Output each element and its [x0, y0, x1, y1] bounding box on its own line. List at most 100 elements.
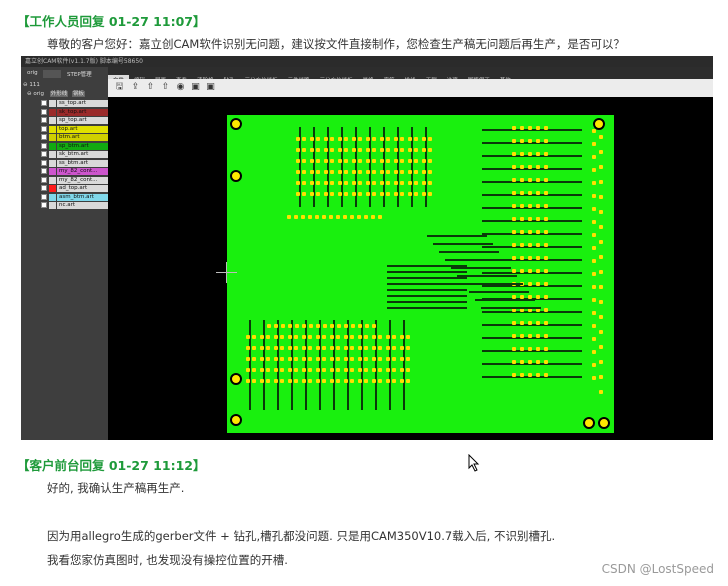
- pad: [406, 357, 410, 361]
- pad: [520, 178, 524, 182]
- pad: [528, 334, 532, 338]
- pad: [315, 215, 319, 219]
- pad: [344, 368, 348, 372]
- pad: [344, 192, 348, 196]
- pad: [544, 347, 548, 351]
- pad: [520, 126, 524, 130]
- copper-trace: [482, 155, 582, 157]
- pad: [528, 178, 532, 182]
- layer-checkbox[interactable]: [41, 185, 47, 191]
- pad: [323, 324, 327, 328]
- pad: [520, 321, 524, 325]
- layer-panel: orig STEP管理 ⊖ 111 ⊖ orig 外形线 钢板 ss_top.a…: [21, 67, 119, 440]
- pad: [351, 324, 355, 328]
- layer-color-swatch[interactable]: [49, 142, 56, 150]
- pad: [512, 178, 516, 182]
- layer-color-swatch[interactable]: [49, 176, 56, 184]
- pad: [324, 148, 328, 152]
- pad: [366, 170, 370, 174]
- layer-checkbox[interactable]: [41, 176, 47, 183]
- pad: [528, 360, 532, 364]
- pad: [592, 324, 596, 328]
- pcb-canvas[interactable]: [108, 97, 713, 440]
- layer-checkbox[interactable]: [41, 117, 47, 123]
- pad: [308, 368, 312, 372]
- save-icon[interactable]: 🖫: [114, 82, 125, 93]
- pad: [372, 346, 376, 350]
- pad: [246, 379, 250, 383]
- pad: [592, 363, 596, 367]
- left-tab-step[interactable]: STEP管理: [67, 70, 92, 78]
- pad: [252, 357, 256, 361]
- pad: [380, 170, 384, 174]
- pad: [316, 137, 320, 141]
- pad: [599, 315, 603, 319]
- layer-color-swatch[interactable]: [49, 168, 56, 175]
- layer-checkbox[interactable]: [41, 100, 47, 106]
- pad: [536, 139, 540, 143]
- layer-color-swatch[interactable]: [49, 125, 56, 133]
- stencil-button[interactable]: 钢板: [72, 91, 86, 97]
- view-icon[interactable]: ◉: [175, 82, 186, 93]
- layer-color-swatch[interactable]: [49, 185, 56, 192]
- pad: [536, 217, 540, 221]
- pad: [260, 368, 264, 372]
- layer-color-swatch[interactable]: [49, 193, 56, 201]
- pad: [520, 373, 524, 377]
- pad: [592, 155, 596, 159]
- pad: [316, 346, 320, 350]
- layer-color-swatch[interactable]: [49, 108, 56, 116]
- pad: [372, 379, 376, 383]
- layer-checkbox[interactable]: [41, 108, 47, 115]
- pad: [266, 368, 270, 372]
- layer-checkbox[interactable]: [41, 125, 47, 132]
- pad: [599, 135, 603, 139]
- layer-checkbox[interactable]: [41, 202, 47, 208]
- pad: [294, 335, 298, 339]
- copper-trace: [445, 259, 505, 261]
- pad: [352, 192, 356, 196]
- pad: [336, 368, 340, 372]
- pad: [380, 192, 384, 196]
- pad: [512, 347, 516, 351]
- pad: [392, 346, 396, 350]
- layer-color-swatch[interactable]: [49, 151, 56, 158]
- tree-root[interactable]: ⊖ 111: [23, 82, 40, 88]
- pad: [288, 335, 292, 339]
- pad: [294, 346, 298, 350]
- pad: [344, 379, 348, 383]
- layer-checkbox[interactable]: [41, 151, 47, 157]
- layer-color-swatch[interactable]: [49, 202, 56, 209]
- import-icon[interactable]: ⇪: [130, 82, 141, 93]
- layer-color-swatch[interactable]: [49, 117, 56, 124]
- copper-trace: [389, 320, 391, 410]
- pad: [324, 181, 328, 185]
- pad: [330, 148, 334, 152]
- layer-checkbox[interactable]: [41, 193, 47, 200]
- pad: [260, 335, 264, 339]
- outline-button[interactable]: 外形线: [49, 91, 69, 97]
- pad: [544, 360, 548, 364]
- pad: [294, 215, 298, 219]
- copper-trace: [277, 320, 279, 410]
- pad: [260, 379, 264, 383]
- layer-color-swatch[interactable]: [49, 100, 56, 107]
- pad: [287, 215, 291, 219]
- copper-trace: [482, 233, 582, 235]
- layer-checkbox[interactable]: [41, 142, 47, 149]
- pad: [386, 379, 390, 383]
- layer-color-swatch[interactable]: [49, 134, 56, 141]
- image-icon[interactable]: ▣: [190, 82, 201, 93]
- export2-icon[interactable]: ⇧: [160, 82, 171, 93]
- tree-sub[interactable]: ⊖ orig 外形线 钢板: [27, 89, 86, 97]
- pad: [316, 148, 320, 152]
- layer-color-swatch[interactable]: [49, 159, 56, 167]
- export-icon[interactable]: ⇧: [145, 82, 156, 93]
- pad: [308, 357, 312, 361]
- layer-checkbox[interactable]: [41, 168, 47, 174]
- image2-icon[interactable]: ▣: [205, 82, 216, 93]
- layer-checkbox[interactable]: [41, 134, 47, 140]
- left-tab-orig[interactable]: orig: [27, 70, 38, 76]
- layer-checkbox[interactable]: [41, 159, 47, 166]
- pad: [344, 159, 348, 163]
